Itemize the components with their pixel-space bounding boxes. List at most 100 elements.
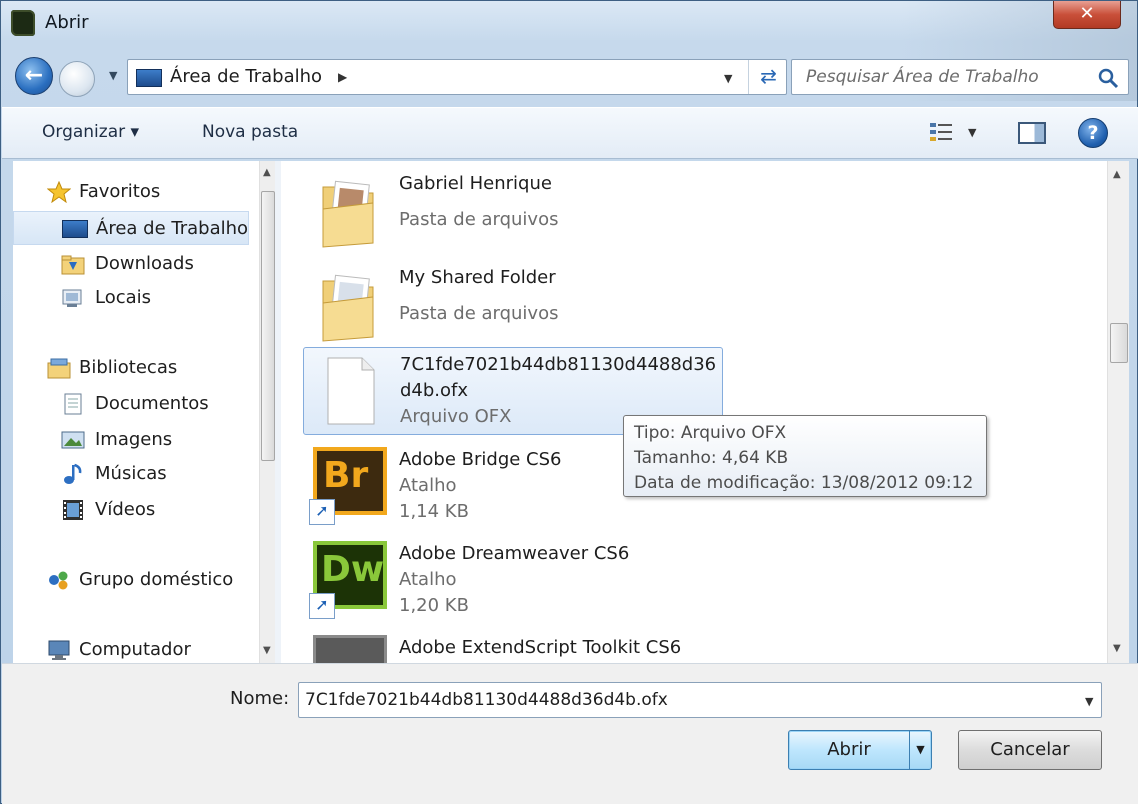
file-type: Pasta de arquivos <box>399 209 559 230</box>
sidebar-item-documentos[interactable]: Documentos <box>13 387 249 421</box>
filename-dropdown-icon[interactable]: ▼ <box>1085 695 1093 708</box>
scroll-up-icon[interactable]: ▲ <box>263 167 271 178</box>
sidebar-item-label: Grupo doméstico <box>79 569 234 590</box>
sidebar-item-videos[interactable]: Vídeos <box>13 493 249 527</box>
folder-icon <box>322 180 374 248</box>
adobe-extendscript-icon <box>313 635 387 663</box>
homegroup-icon <box>49 571 68 590</box>
sidebar-item-label: Favoritos <box>79 181 161 202</box>
sidebar-item-computador[interactable]: Computador <box>13 633 249 663</box>
preview-pane-icon[interactable] <box>1018 122 1046 144</box>
help-button[interactable]: ? <box>1078 118 1108 148</box>
file-name: Adobe ExtendScript Toolkit CS6 <box>399 637 682 658</box>
file-type: Arquivo OFX <box>400 406 512 427</box>
tooltip-type: Tipo: Arquivo OFX <box>634 423 787 443</box>
file-name: 7C1fde7021b44db81130d4488d36d4b.ofx <box>400 354 717 401</box>
scroll-down-icon[interactable]: ▼ <box>263 645 271 656</box>
sidebar-item-label: Computador <box>79 639 191 660</box>
address-history-dropdown-icon[interactable]: ▼ <box>724 72 732 85</box>
desktop-icon <box>62 220 88 238</box>
organize-menu-button[interactable]: Organizar ▾ <box>42 122 139 142</box>
filename-label: Nome: <box>230 688 290 709</box>
cancel-button[interactable]: Cancelar <box>958 730 1102 770</box>
view-dropdown-icon[interactable]: ▼ <box>968 126 976 139</box>
list-item[interactable]: Adobe ExtendScript Toolkit CS6 <box>303 631 723 663</box>
address-bar[interactable]: Área de Trabalho ▶ ▼ ⇄ <box>127 59 787 95</box>
forward-button[interactable] <box>59 61 95 97</box>
view-options-icon[interactable] <box>928 120 954 146</box>
file-type: Atalho <box>399 569 457 590</box>
sidebar-item-imagens[interactable]: Imagens <box>13 423 249 457</box>
refresh-button[interactable]: ⇄ <box>748 60 788 94</box>
star-icon <box>47 181 71 203</box>
list-item[interactable]: Dw ➚ Adobe Dreamweaver CS6 Atalho 1,20 K… <box>303 537 723 625</box>
desktop-icon <box>136 69 162 87</box>
sidebar-item-label: Locais <box>95 287 152 308</box>
file-name: My Shared Folder <box>399 267 556 288</box>
shortcut-arrow-icon: ➚ <box>309 499 335 525</box>
search-icon[interactable] <box>1096 66 1120 90</box>
scrollbar-thumb[interactable] <box>1110 323 1128 363</box>
open-file-dialog: Abrir ✕ ← ▼ Área de Trabalho ▶ ▼ ⇄ Pesqu… <box>0 0 1138 804</box>
file-list: Gabriel Henrique Pasta de arquivos My Sh… <box>281 161 1107 663</box>
dialog-footer: Nome: 7C1fde7021b44db81130d4488d36d4b.of… <box>2 663 1138 804</box>
sidebar-item-label: Documentos <box>95 393 209 414</box>
filename-value[interactable]: 7C1fde7021b44db81130d4488d36d4b.ofx <box>305 690 668 710</box>
search-input[interactable]: Pesquisar Área de Trabalho <box>791 59 1129 95</box>
shortcut-arrow-icon: ➚ <box>309 593 335 619</box>
sidebar-item-area-de-trabalho[interactable]: Área de Trabalho <box>13 211 249 245</box>
file-name: Gabriel Henrique <box>399 173 552 194</box>
file-size: 1,14 KB <box>399 501 469 522</box>
window-title: Abrir <box>45 12 89 33</box>
navigation-bar: ← ▼ Área de Trabalho ▶ ▼ ⇄ Pesquisar Áre… <box>11 53 1129 99</box>
recent-places-icon <box>62 289 82 307</box>
tooltip-size: Tamanho: 4,64 KB <box>634 448 789 468</box>
sidebar-item-downloads[interactable]: Downloads <box>13 247 249 281</box>
sidebar-item-label: Imagens <box>95 429 173 450</box>
filename-field[interactable]: 7C1fde7021b44db81130d4488d36d4b.ofx ▼ <box>298 682 1102 718</box>
chevron-right-icon[interactable]: ▶ <box>338 70 347 84</box>
file-type: Atalho <box>399 475 457 496</box>
open-options-dropdown-icon[interactable]: ▼ <box>909 731 931 769</box>
documents-icon <box>64 393 82 415</box>
title-bar: Abrir ✕ <box>1 1 1137 47</box>
tooltip-modified: Data de modificação: 13/08/2012 09:12 <box>634 473 974 493</box>
file-type: Pasta de arquivos <box>399 303 559 324</box>
navigation-pane: Favoritos Área de Trabalho Downloads Loc… <box>13 161 275 663</box>
document-icon <box>327 357 375 425</box>
open-button[interactable]: Abrir ▼ <box>788 730 932 770</box>
sidebar-item-label: Downloads <box>95 253 194 274</box>
navigation-scrollbar[interactable]: ▲ ▼ <box>259 161 275 663</box>
sidebar-item-bibliotecas[interactable]: Bibliotecas <box>13 351 249 385</box>
file-name: Adobe Dreamweaver CS6 <box>399 543 630 564</box>
videos-icon <box>63 500 83 520</box>
sidebar-item-favoritos[interactable]: Favoritos <box>13 175 249 209</box>
computer-icon <box>48 640 70 660</box>
app-icon <box>11 10 35 36</box>
sidebar-item-locais[interactable]: Locais <box>13 281 249 315</box>
libraries-icon <box>47 358 71 379</box>
file-list-scrollbar[interactable]: ▲ ▼ <box>1107 161 1129 663</box>
command-toolbar: Organizar ▾ Nova pasta ▼ ? <box>2 107 1138 159</box>
sidebar-item-label: Músicas <box>95 463 167 484</box>
sidebar-item-musicas[interactable]: Músicas <box>13 457 249 491</box>
recent-pages-dropdown-icon[interactable]: ▼ <box>109 69 117 82</box>
scroll-up-icon[interactable]: ▲ <box>1113 169 1121 180</box>
sidebar-item-grupo-domestico[interactable]: Grupo doméstico <box>13 563 249 597</box>
downloads-folder-icon <box>61 255 85 275</box>
list-item[interactable]: My Shared Folder Pasta de arquivos <box>303 261 723 349</box>
sidebar-item-label: Área de Trabalho <box>96 218 249 239</box>
sidebar-item-label: Bibliotecas <box>79 357 178 378</box>
new-folder-button[interactable]: Nova pasta <box>202 122 298 142</box>
file-size: 1,20 KB <box>399 595 469 616</box>
folder-icon <box>322 274 374 342</box>
search-placeholder[interactable]: Pesquisar Área de Trabalho <box>806 67 1039 87</box>
open-button-label: Abrir <box>827 739 871 760</box>
list-item[interactable]: Gabriel Henrique Pasta de arquivos <box>303 167 723 255</box>
back-button[interactable]: ← <box>15 57 53 95</box>
file-info-tooltip: Tipo: Arquivo OFX Tamanho: 4,64 KB Data … <box>623 415 987 497</box>
scrollbar-thumb[interactable] <box>261 191 275 461</box>
address-path[interactable]: Área de Trabalho <box>170 66 322 87</box>
scroll-down-icon[interactable]: ▼ <box>1113 643 1121 654</box>
close-button[interactable]: ✕ <box>1053 1 1121 29</box>
